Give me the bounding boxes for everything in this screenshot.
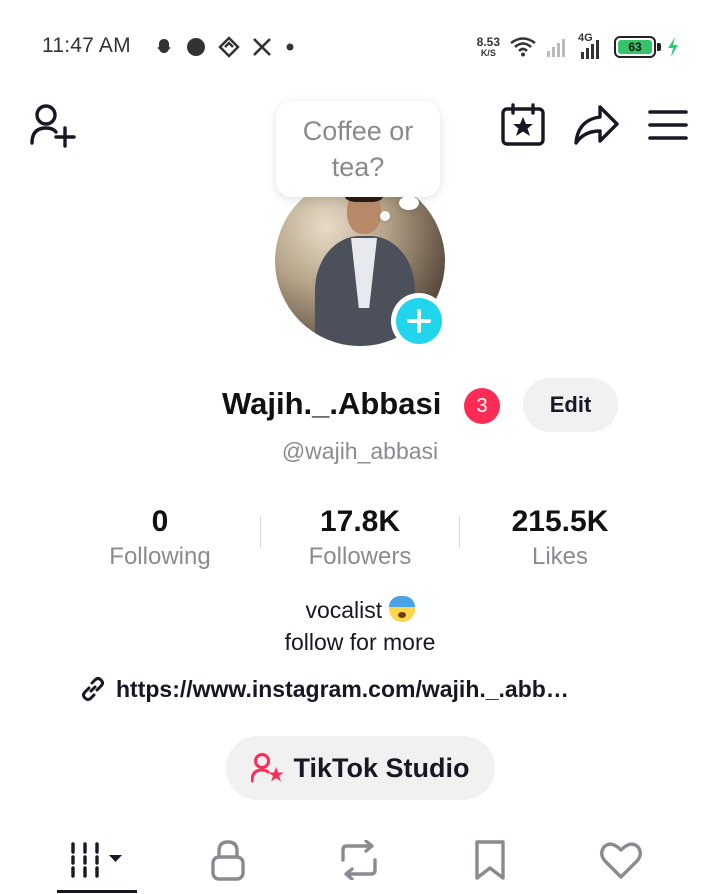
bio-line-1: vocalist <box>305 597 383 623</box>
videos-grid-icon <box>71 842 122 878</box>
profile-tabs <box>0 822 720 894</box>
signal-icon <box>547 39 565 57</box>
bubble-tail <box>399 196 419 210</box>
dot-icon <box>286 43 294 51</box>
plus-icon <box>407 309 431 333</box>
net-speed-unit: K/S <box>480 48 496 58</box>
notification-badge[interactable]: 3 <box>464 388 500 424</box>
tab-videos[interactable] <box>57 832 137 888</box>
edit-profile-button[interactable]: Edit <box>523 378 618 432</box>
stat-value: 0 <box>151 505 169 538</box>
tiktok-studio-label: TikTok Studio <box>293 752 470 783</box>
profile-handle: @wajih_abbasi <box>281 438 439 464</box>
snapchat-icon <box>157 39 171 53</box>
anxious-face-emoji-icon <box>388 596 415 622</box>
stat-value: 17.8K <box>319 505 401 538</box>
bio-link[interactable]: https://www.instagram.com/wajih._.abb… <box>80 672 569 706</box>
share-button[interactable] <box>570 100 622 150</box>
bio-link-text[interactable]: https://www.instagram.com/wajih._.abb… <box>116 676 569 703</box>
net-speed-value: 8.53 <box>476 35 500 49</box>
battery-level: 63 <box>618 40 652 54</box>
stat-following[interactable]: 0 Following <box>60 502 260 582</box>
system-status-icons: 8.53 K/S 4G 63 <box>477 30 680 64</box>
note-text: Coffee or tea? <box>302 116 414 182</box>
add-friend-button[interactable] <box>26 100 78 150</box>
menu-icon <box>648 110 688 140</box>
tab-reposts[interactable] <box>319 832 399 888</box>
status-bar: 11:47 AM 8.53 K/S 4G 63 <box>0 0 720 92</box>
battery-icon: 63 <box>614 36 661 58</box>
signal-4g-icon: 4G <box>578 32 604 60</box>
x-icon <box>253 38 271 56</box>
profile-stats: 0 Following 17.8K Followers 215.5K Likes <box>60 502 660 582</box>
note-bubble[interactable]: Coffee or tea? <box>276 101 440 197</box>
active-tab-indicator <box>57 890 137 893</box>
profile-username: Wajih._.Abbasi <box>222 386 442 421</box>
calendar-star-icon <box>501 103 545 146</box>
stat-label: Following <box>109 543 211 570</box>
stat-label: Followers <box>308 543 412 570</box>
stat-likes[interactable]: 215.5K Likes <box>460 502 660 582</box>
tab-saved[interactable] <box>450 832 530 888</box>
tiktok-studio-button[interactable]: TikTok Studio <box>226 736 495 800</box>
circle-icon <box>187 38 205 56</box>
net-speed: 8.53 K/S <box>477 36 500 58</box>
stat-value: 215.5K <box>511 505 609 538</box>
profile-name-row: Wajih._.Abbasi 3 Edit <box>0 378 720 434</box>
tab-private[interactable] <box>188 832 268 888</box>
profile-bio: vocalist follow for more <box>0 594 720 658</box>
wifi-icon <box>510 37 536 57</box>
bubble-tail-dot <box>380 211 390 221</box>
creator-star-icon <box>251 753 284 783</box>
heart-icon <box>600 842 642 879</box>
stat-label: Likes <box>531 543 589 570</box>
add-story-button[interactable] <box>391 293 447 349</box>
notification-icons <box>154 34 296 60</box>
lock-icon <box>211 840 245 881</box>
vpn-icon <box>218 36 240 58</box>
profile-avatar-container[interactable] <box>275 176 447 349</box>
share-icon <box>574 105 619 145</box>
bio-line-2: follow for more <box>284 629 436 655</box>
repost-icon <box>341 840 377 880</box>
tab-liked[interactable] <box>581 832 661 888</box>
link-icon <box>82 677 104 701</box>
stat-followers[interactable]: 17.8K Followers <box>260 502 460 582</box>
menu-button[interactable] <box>644 100 692 150</box>
bookmark-icon <box>475 840 505 880</box>
status-time: 11:47 AM <box>42 34 131 57</box>
add-friend-icon <box>30 104 76 148</box>
calendar-button[interactable] <box>498 100 548 150</box>
charging-icon <box>668 37 678 57</box>
